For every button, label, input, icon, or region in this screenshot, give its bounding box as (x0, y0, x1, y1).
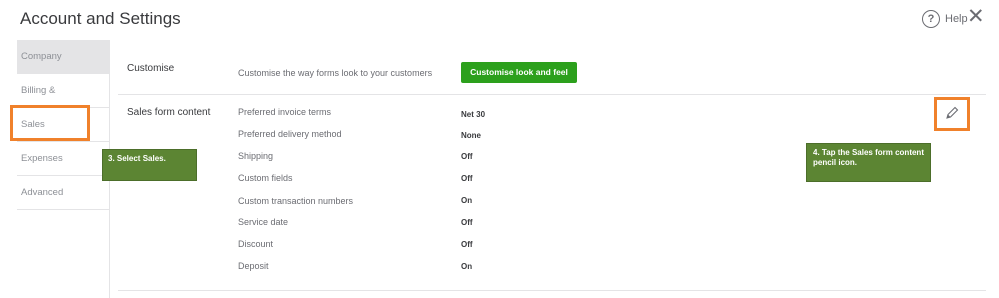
row-value-custom-fields: Off (461, 174, 473, 183)
callout-step-3-prefix: 3. Select (108, 154, 143, 163)
section-divider-bottom (118, 290, 986, 291)
callout-step-4: 4. Tap the Sales form content pencil ico… (806, 143, 931, 182)
close-icon[interactable]: ✕ (967, 6, 985, 27)
row-value-deposit: On (461, 262, 473, 271)
row-label-invoice-terms: Preferred invoice terms (238, 107, 332, 117)
help-icon: ? (922, 10, 940, 28)
row-label-custom-fields: Custom fields (238, 173, 293, 183)
section-divider (118, 94, 986, 95)
row-value-service-date: Off (461, 218, 473, 227)
help-label: Help (945, 13, 968, 25)
callout-step-4-bold: Sales form content (851, 148, 924, 157)
page-title: Account and Settings (20, 9, 181, 28)
sidebar-item-expenses[interactable]: Expenses (17, 142, 109, 176)
row-value-invoice-terms: Net 30 (461, 110, 486, 119)
sales-highlight-box (10, 105, 90, 141)
row-label-discount: Discount (238, 239, 274, 249)
row-value-custom-transaction-numbers: On (461, 196, 473, 205)
customise-look-and-feel-button[interactable]: Customise look and feel (461, 62, 577, 83)
customise-description: Customise the way forms look to your cus… (238, 68, 433, 78)
row-value-delivery-method: None (461, 131, 481, 140)
pencil-icon[interactable] (944, 105, 960, 121)
callout-step-3: 3. Select Sales. (102, 149, 197, 181)
sidebar-item-advanced[interactable]: Advanced (17, 176, 109, 210)
row-value-discount: Off (461, 240, 473, 249)
callout-step-3-bold: Sales. (142, 154, 166, 163)
sales-form-content-title: Sales form content (127, 107, 211, 118)
row-label-custom-transaction-numbers: Custom transaction numbers (238, 196, 354, 206)
sidebar-item-billing-subscription[interactable]: Billing & Subscription (17, 74, 109, 130)
row-label-service-date: Service date (238, 217, 289, 227)
customise-section-title: Customise (127, 63, 175, 74)
callout-step-4-prefix: 4. Tap the (813, 148, 852, 157)
callout-step-4-suffix: pencil icon. (813, 158, 858, 167)
row-label-deposit: Deposit (238, 261, 269, 271)
row-label-shipping: Shipping (238, 151, 274, 161)
row-label-delivery-method: Preferred delivery method (238, 129, 342, 139)
help-button[interactable]: ? Help (922, 10, 968, 28)
row-value-shipping: Off (461, 152, 473, 161)
settings-sidebar: Company Billing & Subscription Sales Exp… (17, 40, 110, 298)
sidebar-item-company[interactable]: Company (17, 40, 109, 74)
